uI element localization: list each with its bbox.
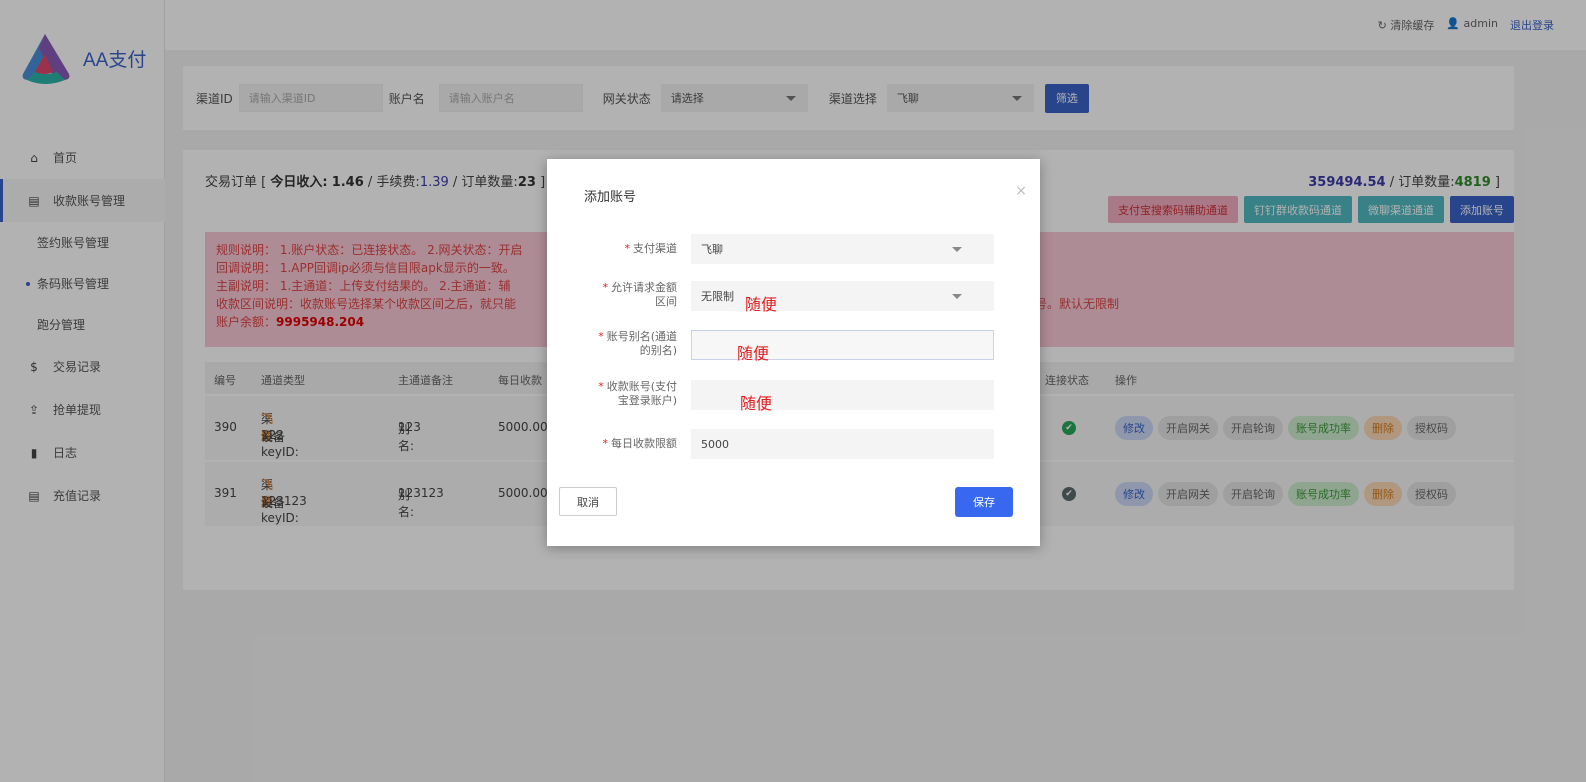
chevron-down-icon	[952, 293, 962, 299]
annotation-note: 随便	[745, 295, 778, 314]
close-icon[interactable]: ×	[1015, 183, 1027, 199]
pay-channel-label: * 支付渠道	[624, 242, 678, 255]
save-button[interactable]: 保存	[955, 487, 1013, 517]
amount-range-label: * 允许请求金额 区间	[602, 281, 678, 308]
pay-channel-select[interactable]: 飞聊	[691, 234, 994, 264]
annotation-note: 随便	[737, 344, 770, 363]
add-account-modal: 添加账号 × * 支付渠道 飞聊 * 允许请求金额 区间 无限制 随便 * 账号别名(通…	[547, 159, 1040, 546]
chevron-down-icon	[952, 246, 962, 252]
account-input[interactable]	[691, 380, 994, 410]
amount-range-select[interactable]: 无限制	[691, 281, 994, 311]
alias-label: * 账号别名(通道 的别名)	[598, 330, 677, 357]
modal-title: 添加账号	[584, 190, 637, 205]
daily-limit-input[interactable]: 5000	[691, 429, 994, 459]
cancel-button[interactable]: 取消	[559, 487, 617, 516]
annotation-note: 随便	[740, 394, 773, 413]
account-label: * 收款账号(支付 宝登录账户)	[598, 380, 677, 407]
daily-limit-label: * 每日收款限额	[602, 437, 678, 450]
